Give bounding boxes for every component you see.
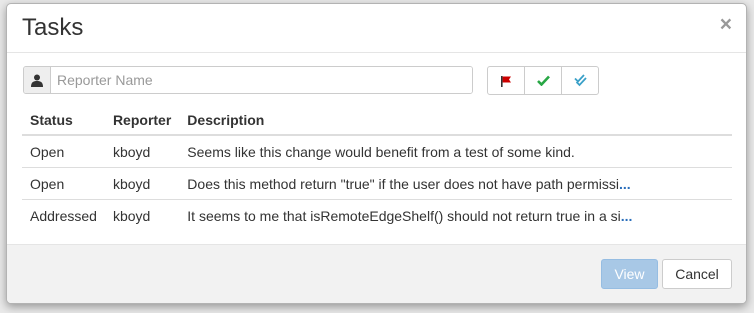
table-row[interactable]: Open kboyd Does this method return "true… <box>22 167 732 200</box>
dialog-title: Tasks <box>22 14 84 41</box>
table-row[interactable]: Open kboyd Seems like this change would … <box>22 134 732 168</box>
reporter-cell: kboyd <box>104 167 180 200</box>
reporter-cell: kboyd <box>104 134 180 168</box>
description-cell: It seems to me that isRemoteEdgeShelf() … <box>179 199 732 231</box>
double-check-filter-button[interactable] <box>561 66 599 95</box>
reporter-filter <box>23 66 473 94</box>
table-row[interactable]: Addressed kboyd It seems to me that isRe… <box>22 199 732 231</box>
dialog-body: Status Reporter Description Open kboyd S… <box>7 53 746 244</box>
description-text: Does this method return "true" if the us… <box>187 175 620 192</box>
description-cell: Does this method return "true" if the us… <box>179 167 732 200</box>
view-button[interactable]: View <box>601 259 658 289</box>
status-header: Status <box>22 106 105 136</box>
description-text: Seems like this change would benefit fro… <box>187 143 575 160</box>
check-filter-button[interactable] <box>524 66 562 95</box>
reporter-cell: kboyd <box>104 199 180 231</box>
status-cell: Open <box>22 134 105 168</box>
tasks-dialog: Tasks × Reporter Name Status Reporter De… <box>6 3 747 304</box>
status-filter-buttons <box>487 66 599 95</box>
double-check-icon <box>573 74 587 87</box>
dialog-footer: View Cancel <box>7 244 746 303</box>
close-icon[interactable]: × <box>720 14 732 35</box>
check-icon <box>536 75 550 86</box>
status-cell: Open <box>22 167 105 200</box>
reporter-header: Reporter <box>104 106 180 136</box>
flag-icon <box>501 75 511 87</box>
dialog-header: Tasks × <box>7 4 746 53</box>
flag-filter-button[interactable] <box>487 66 525 95</box>
description-text: It seems to me that isRemoteEdgeShelf() … <box>187 207 621 224</box>
more-link[interactable]: ... <box>621 208 633 224</box>
cancel-button[interactable]: Cancel <box>662 259 732 289</box>
description-header: Description <box>179 106 732 136</box>
reporter-name-input[interactable] <box>51 67 472 93</box>
more-link[interactable]: ... <box>619 176 631 192</box>
description-cell: Seems like this change would benefit fro… <box>179 134 732 168</box>
tasks-table: Status Reporter Description Open kboyd S… <box>22 106 732 231</box>
table-header-row: Status Reporter Description <box>22 106 732 136</box>
status-cell: Addressed <box>22 199 105 231</box>
user-icon <box>24 67 51 93</box>
